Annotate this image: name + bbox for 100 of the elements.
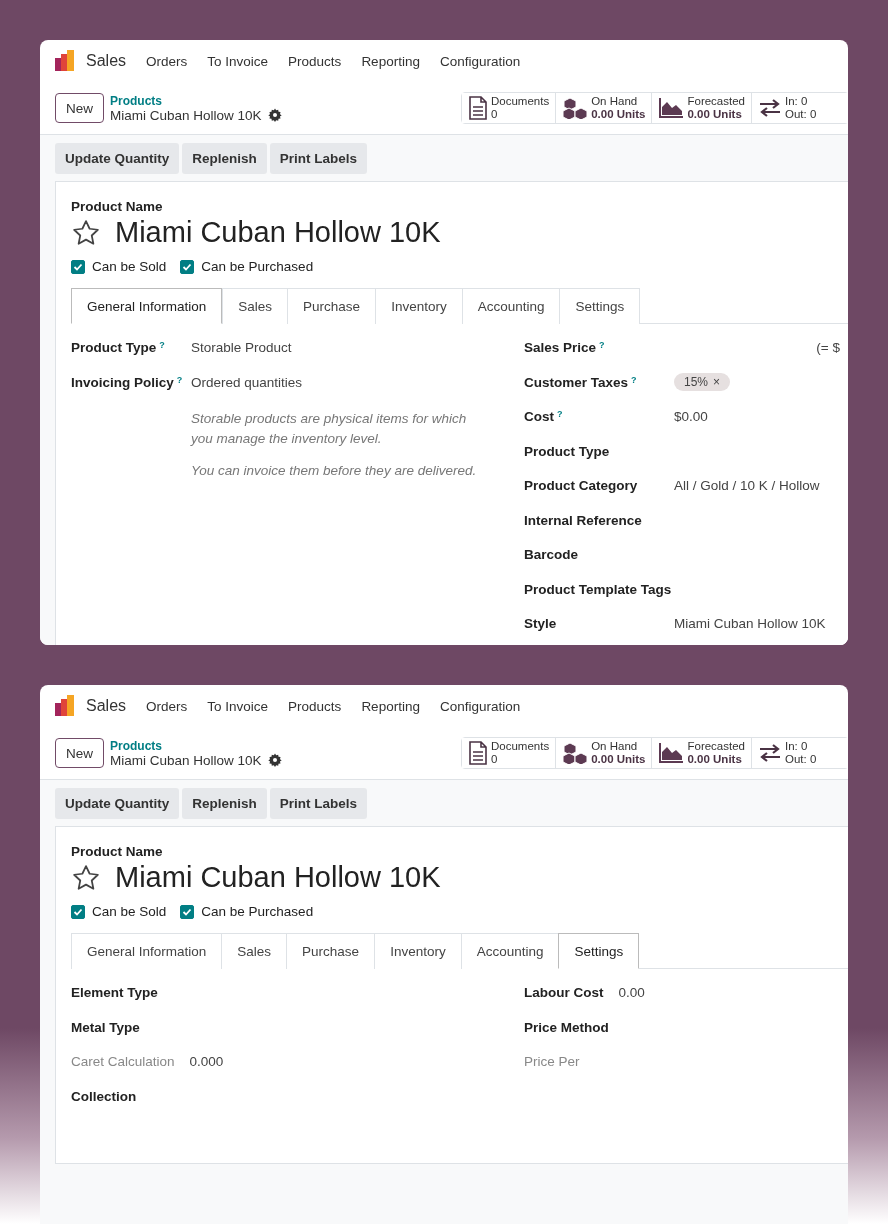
breadcrumb-link[interactable]: Products (110, 93, 282, 108)
stat-value: 0.00 Units (687, 108, 742, 121)
field-label: Cost (524, 409, 554, 424)
checkbox-label: Can be Sold (92, 259, 167, 274)
checkbox[interactable] (180, 904, 195, 919)
stat-label: Forecasted (687, 740, 745, 753)
tab[interactable]: General Information (71, 288, 223, 324)
checkbox[interactable] (180, 259, 195, 274)
field-label: Metal Type (71, 1019, 140, 1035)
field-value: Ordered quantities (191, 374, 303, 390)
new-button[interactable]: New (55, 738, 104, 768)
document-icon (467, 741, 488, 765)
checkmark-icon (182, 261, 193, 272)
field-label: Caret Calculation (71, 1054, 175, 1069)
field-label: Product Name (71, 199, 164, 214)
tab[interactable]: Purchase (287, 288, 376, 324)
tab[interactable]: General Information (71, 933, 222, 969)
settings-icon (267, 108, 282, 122)
action-button[interactable]: Update Quantity (55, 788, 180, 819)
help-marker[interactable]: ? (176, 374, 183, 390)
area-chart-icon (658, 97, 685, 119)
stat-value: Out: 0 (785, 753, 817, 766)
tab[interactable]: Settings (558, 933, 640, 969)
action-button[interactable]: Print Labels (269, 143, 368, 174)
stat-label: Documents (490, 740, 550, 753)
area-chart-icon (658, 742, 685, 764)
field-label: Price Method (524, 1019, 609, 1035)
stat-value: Out: 0 (785, 108, 817, 121)
checkbox[interactable] (71, 904, 85, 919)
field-label: Element Type (71, 985, 158, 1000)
tab[interactable]: Accounting (461, 288, 560, 324)
menu-item[interactable]: Orders (146, 53, 188, 69)
breadcrumb-link[interactable]: Products (110, 738, 282, 753)
help-marker[interactable]: ? (599, 340, 605, 355)
tab[interactable]: Inventory (375, 288, 462, 324)
cubes-icon (562, 97, 589, 119)
field-value: 0.00 (618, 985, 645, 1000)
star-icon (71, 217, 101, 248)
field-label: Internal Reference (524, 512, 642, 528)
field-label: Collection (71, 1088, 137, 1104)
field-label: Style (524, 616, 557, 631)
menu-item[interactable]: Reporting (361, 53, 420, 69)
field-value: (= $ (816, 340, 840, 355)
swap-arrows-icon (758, 743, 782, 763)
field-label: Product Type (524, 443, 610, 459)
field-label: Labour Cost (524, 985, 604, 1000)
record-title: Miami Cuban Hollow 10K (110, 752, 262, 768)
tab[interactable]: Inventory (374, 933, 461, 969)
action-button[interactable]: Update Quantity (55, 143, 180, 174)
field-label: Sales Price (524, 340, 597, 355)
menu-item[interactable]: Orders (146, 698, 188, 714)
menu-item[interactable]: To Invoice (207, 53, 269, 69)
field-label: Invoicing Policy (71, 374, 174, 390)
menu-item[interactable]: Reporting (361, 698, 420, 714)
field-label: Product Name (71, 844, 164, 859)
action-button[interactable]: Replenish (182, 143, 267, 174)
menu-item[interactable]: Configuration (439, 53, 521, 69)
menu-item[interactable]: Configuration (439, 698, 521, 714)
help-marker[interactable]: ? (631, 374, 637, 390)
smart-button[interactable]: Documents 0 (461, 738, 557, 768)
stat-value: 0 (490, 108, 498, 121)
app-name[interactable]: Sales (86, 697, 127, 715)
help-marker[interactable]: ? (557, 409, 563, 424)
product-name: Miami Cuban Hollow 10K (115, 216, 441, 249)
tab[interactable]: Purchase (286, 933, 375, 969)
stat-label: Forecasted (687, 95, 745, 108)
stat-label: Documents (490, 95, 550, 108)
menu-item[interactable]: To Invoice (207, 698, 269, 714)
product-name: Miami Cuban Hollow 10K (115, 861, 441, 894)
field-label: Product Type (71, 340, 157, 355)
stat-value: 0.00 Units (591, 753, 646, 766)
record-title: Miami Cuban Hollow 10K (110, 107, 262, 123)
action-button[interactable]: Replenish (182, 788, 267, 819)
field-value: $0.00 (674, 409, 708, 424)
tag-text: 15% (684, 374, 709, 389)
menu-item[interactable]: Products (288, 53, 342, 69)
smart-button[interactable]: Documents 0 (461, 93, 557, 123)
field-label: Product Template Tags (524, 581, 672, 597)
tab[interactable]: Accounting (460, 933, 559, 969)
star-icon (71, 862, 101, 893)
checkmark-icon (182, 906, 193, 917)
checkmark-icon (73, 906, 83, 917)
checkmark-icon (73, 261, 83, 272)
tab[interactable]: Sales (222, 288, 288, 324)
app-logo-icon (54, 695, 76, 717)
menu-item[interactable]: Products (288, 698, 342, 714)
app-name[interactable]: Sales (86, 52, 127, 70)
settings-icon (267, 753, 282, 767)
stat-value: 0 (490, 753, 498, 766)
checkbox-label: Can be Purchased (201, 259, 314, 274)
remove-tag-button[interactable]: × (713, 374, 721, 389)
new-button[interactable]: New (55, 93, 104, 123)
help-note: You can invoice them before they are delivered. (191, 462, 478, 480)
checkbox[interactable] (71, 259, 85, 274)
tab[interactable]: Sales (221, 933, 287, 969)
checkbox-label: Can be Purchased (201, 904, 314, 919)
action-button[interactable]: Print Labels (269, 788, 368, 819)
field-value: Storable Product (191, 340, 292, 355)
help-marker[interactable]: ? (159, 340, 165, 355)
tab[interactable]: Settings (559, 288, 641, 324)
